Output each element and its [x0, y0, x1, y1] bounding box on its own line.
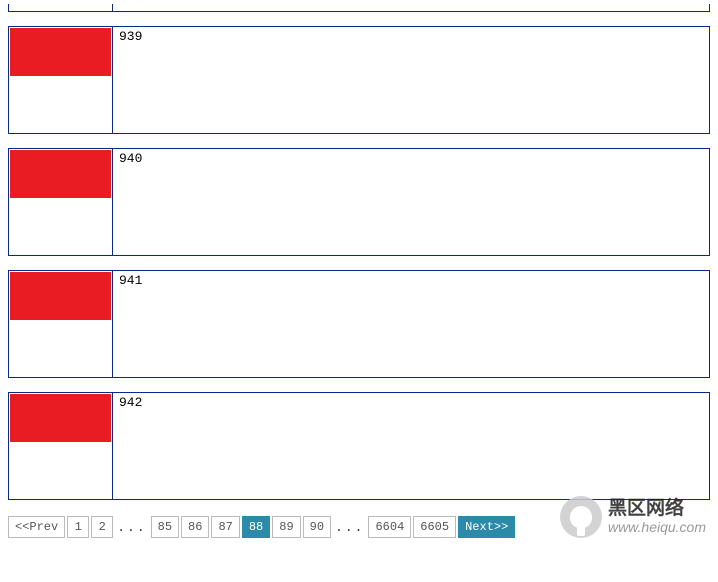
- pagination: <<Prev 1 2 ... 85 86 87 88 89 90 ... 660…: [0, 514, 718, 546]
- thumbnail: [9, 393, 113, 499]
- list-item[interactable]: 942: [8, 392, 710, 500]
- item-id: 941: [119, 271, 709, 377]
- thumbnail: [9, 27, 113, 133]
- flag-red-icon: [10, 150, 111, 198]
- thumbnail-placeholder: [9, 4, 113, 11]
- list-item[interactable]: 940: [8, 148, 710, 256]
- list-item[interactable]: 941: [8, 270, 710, 378]
- ellipsis: ...: [333, 520, 366, 535]
- page-button[interactable]: 6604: [368, 516, 411, 538]
- item-id: 942: [119, 393, 709, 499]
- flag-red-icon: [10, 394, 111, 442]
- item-id: 940: [119, 149, 709, 255]
- flag-red-icon: [10, 28, 111, 76]
- page-button[interactable]: 86: [181, 516, 209, 538]
- page-button[interactable]: 89: [272, 516, 300, 538]
- page-button[interactable]: 1: [67, 516, 89, 538]
- thumbnail: [9, 149, 113, 255]
- page-button[interactable]: 85: [151, 516, 179, 538]
- page-button-current[interactable]: 88: [242, 516, 270, 538]
- ellipsis: ...: [115, 520, 148, 535]
- item-id: 939: [119, 27, 709, 133]
- next-button[interactable]: Next>>: [458, 516, 515, 538]
- list-item[interactable]: 939: [8, 26, 710, 134]
- page-button[interactable]: 2: [91, 516, 113, 538]
- thumbnail: [9, 271, 113, 377]
- item-list: 939 940 941 942: [0, 0, 718, 500]
- page-button[interactable]: 87: [211, 516, 239, 538]
- page-button[interactable]: 90: [303, 516, 331, 538]
- page-button[interactable]: 6605: [413, 516, 456, 538]
- prev-button[interactable]: <<Prev: [8, 516, 65, 538]
- flag-red-icon: [10, 272, 111, 320]
- list-item-partial: [8, 4, 710, 12]
